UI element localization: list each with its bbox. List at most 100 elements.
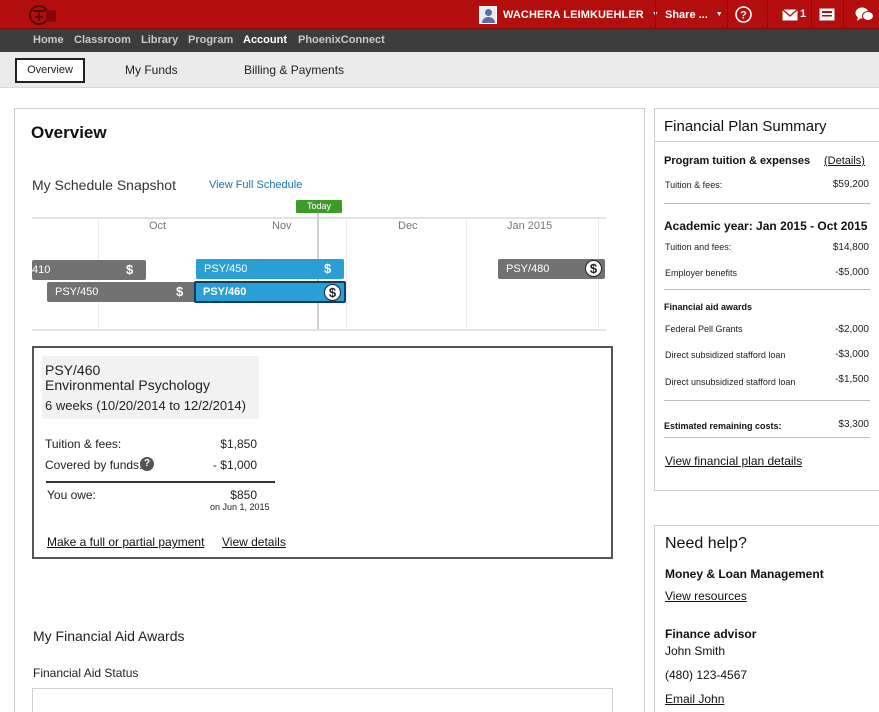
user-menu[interactable]: WACHERA LEIMKUEHLER ▼ xyxy=(479,0,659,29)
money-loan-heading: Money & Loan Management xyxy=(665,567,824,581)
dollar-sign-icon: $ xyxy=(324,261,332,276)
financial-plan-title: Financial Plan Summary xyxy=(664,118,827,135)
tab-overview[interactable]: Overview xyxy=(15,58,85,83)
divider xyxy=(727,0,728,29)
course-bar-label: PSY/460 xyxy=(203,286,247,298)
help-icon[interactable]: ? xyxy=(735,6,752,23)
timeline-bottom-border xyxy=(32,329,606,331)
dollar-circle-icon: $ xyxy=(324,284,341,301)
advisor-phone: (480) 123-4567 xyxy=(665,668,748,682)
advisor-name: John Smith xyxy=(665,644,726,658)
program-tuition-label: Tuition & fees: xyxy=(665,180,723,190)
nav-item-classroom[interactable]: Classroom xyxy=(74,34,131,46)
divider xyxy=(664,400,870,401)
user-name: WACHERA LEIMKUEHLER xyxy=(503,8,644,21)
aid-row-label: Federal Pell Grants xyxy=(665,324,743,334)
view-full-schedule-link[interactable]: View Full Schedule xyxy=(209,179,302,191)
course-bar-label: PSY/450 xyxy=(55,286,99,298)
nav-item-home[interactable]: Home xyxy=(33,34,64,46)
schedule-snapshot-heading: My Schedule Snapshot xyxy=(32,177,176,193)
nav-item-program[interactable]: Program xyxy=(188,34,233,46)
chat-icon[interactable] xyxy=(855,6,874,23)
university-logo-icon[interactable] xyxy=(26,4,58,26)
schedule-timeline: Oct Nov Dec Jan 2015 Today 410 $ PSY/450… xyxy=(32,200,606,332)
finance-advisor-heading: Finance advisor xyxy=(665,627,757,641)
timeline-month-label: Nov xyxy=(272,220,292,232)
page-title: Overview xyxy=(31,123,107,142)
timeline-month-label: Oct xyxy=(149,220,167,232)
nav-item-account[interactable]: Account xyxy=(243,34,287,46)
tab-my-funds[interactable]: My Funds xyxy=(125,63,178,77)
course-bar-psy450-current[interactable]: PSY/450 $ xyxy=(196,259,344,279)
course-name: Environmental Psychology xyxy=(45,377,210,393)
chevron-down-icon: ▼ xyxy=(715,11,723,18)
avatar xyxy=(479,5,497,24)
aid-row-value: -$3,000 xyxy=(835,349,869,360)
nav-item-phoenixconnect[interactable]: PhoenixConnect xyxy=(298,34,385,46)
top-bar: WACHERA LEIMKUEHLER ▼ Share ... ▼ ? 1 xyxy=(0,0,879,29)
year-row-value: $14,800 xyxy=(832,242,869,253)
year-row-label: Tuition and fees: xyxy=(665,242,732,252)
share-button[interactable]: Share ... ▼ xyxy=(665,0,723,29)
svg-text:?: ? xyxy=(740,10,747,22)
timeline-gridline xyxy=(466,219,467,329)
divider xyxy=(664,203,870,204)
course-bar-psy460-selected[interactable]: PSY/460 $ xyxy=(194,281,346,303)
course-code: PSY/460 xyxy=(45,362,101,378)
tuition-label: Tuition & fees: xyxy=(45,437,122,451)
covered-value: - $1,000 xyxy=(212,458,257,472)
need-help-title: Need help? xyxy=(665,535,747,552)
news-icon[interactable] xyxy=(819,8,835,21)
aid-heading: Financial aid awards xyxy=(664,302,753,312)
sub-nav: Overview My Funds Billing & Payments xyxy=(0,52,879,88)
course-bar-410[interactable]: 410 $ xyxy=(32,260,146,280)
divider xyxy=(811,0,812,29)
divider xyxy=(664,437,870,438)
divider xyxy=(654,141,879,142)
make-payment-link[interactable]: Make a full or partial payment xyxy=(47,535,204,549)
dollar-circle-icon: $ xyxy=(585,260,602,277)
aid-row-value: -$2,000 xyxy=(835,324,869,335)
year-row-value: -$5,000 xyxy=(835,267,869,278)
year-row-label: Employer benefits xyxy=(665,268,738,278)
course-bar-label: 410 xyxy=(32,264,51,276)
need-help-card xyxy=(654,525,879,712)
email-advisor-link[interactable]: Email John xyxy=(665,692,724,706)
divider xyxy=(767,0,768,29)
owe-label: You owe: xyxy=(47,488,96,502)
timeline-month-label: Dec xyxy=(398,220,418,232)
dollar-sign-icon: $ xyxy=(126,262,134,277)
aid-row-value: -$1,500 xyxy=(835,374,869,385)
timeline-top-border xyxy=(32,217,606,219)
financial-aid-heading: My Financial Aid Awards xyxy=(33,628,185,644)
details-link[interactable]: (Details) xyxy=(824,155,865,167)
program-heading: Program tuition & expenses xyxy=(664,155,811,167)
view-details-link[interactable]: View details xyxy=(222,535,286,549)
timeline-gridline xyxy=(346,219,347,329)
course-bar-label: PSY/450 xyxy=(204,263,248,275)
financial-aid-status-label: Financial Aid Status xyxy=(33,666,139,680)
mail-count-badge: 1 xyxy=(800,8,807,20)
main-nav: Home Classroom Library Program Account P… xyxy=(0,29,879,52)
tuition-value: $1,850 xyxy=(220,437,257,451)
divider xyxy=(655,0,656,29)
due-date: on Jun 1, 2015 xyxy=(210,502,270,512)
nav-item-library[interactable]: Library xyxy=(141,34,178,46)
dollar-sign-icon: $ xyxy=(176,284,184,299)
help-question-icon[interactable]: ? xyxy=(140,457,154,471)
today-marker: Today xyxy=(296,200,342,213)
tab-billing-payments[interactable]: Billing & Payments xyxy=(244,63,344,77)
remaining-costs-label: Estimated remaining costs: xyxy=(664,421,782,431)
program-tuition-value: $59,200 xyxy=(832,179,869,190)
course-bar-psy450[interactable]: PSY/450 $ xyxy=(47,282,196,302)
mail-icon[interactable] xyxy=(782,9,798,21)
course-bar-label: PSY/480 xyxy=(506,263,550,275)
remaining-costs-value: $3,300 xyxy=(838,419,869,430)
view-financial-plan-link[interactable]: View financial plan details xyxy=(665,454,802,468)
view-resources-link[interactable]: View resources xyxy=(665,589,747,603)
course-bar-psy480[interactable]: PSY/480 $ xyxy=(498,259,605,279)
academic-year-heading: Academic year: Jan 2015 - Oct 2015 xyxy=(664,219,868,233)
owe-value: $850 xyxy=(230,488,257,502)
divider xyxy=(843,0,844,29)
aid-row-label: Direct subsidized stafford loan xyxy=(665,350,786,360)
